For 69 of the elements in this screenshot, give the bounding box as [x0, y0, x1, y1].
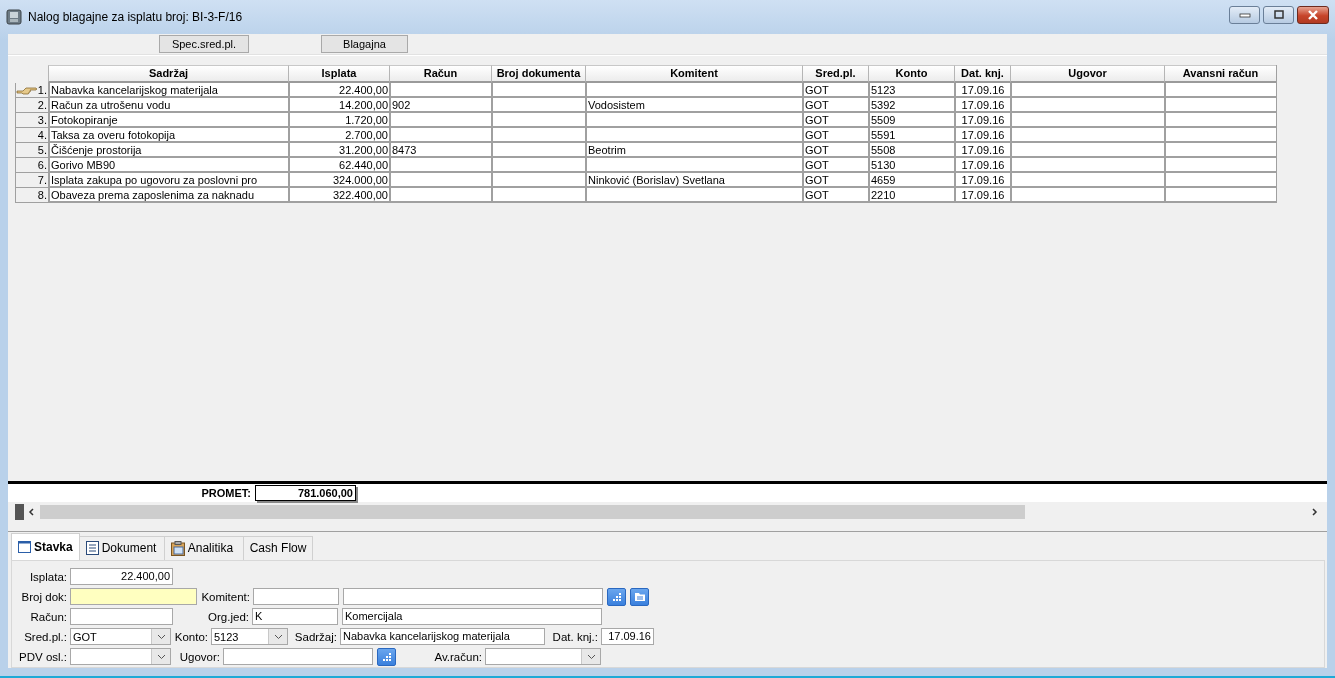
- dropdown[interactable]: GOT: [70, 628, 171, 646]
- column-header[interactable]: Ugovor: [1010, 64, 1164, 83]
- field-label: Konto:: [173, 631, 209, 643]
- column-header[interactable]: Isplata: [288, 64, 389, 83]
- dropdown[interactable]: [485, 648, 601, 666]
- field-label: Račun:: [29, 611, 68, 623]
- folder-icon: [633, 592, 646, 602]
- input-field[interactable]: Nabavka kancelarijskog materijala: [340, 628, 545, 646]
- folder-button[interactable]: [630, 588, 649, 606]
- close-icon: [1306, 10, 1320, 20]
- chevron-down-icon: [586, 654, 596, 660]
- column-header[interactable]: Broj dokumenta: [491, 64, 585, 83]
- column-header[interactable]: Račun: [389, 64, 491, 83]
- field-label: Org.jed:: [207, 611, 250, 623]
- column-header[interactable]: Avansni račun: [1164, 64, 1276, 83]
- lookup-button[interactable]: [607, 588, 626, 606]
- dropdown[interactable]: 5123: [211, 628, 288, 646]
- dots-icon: [611, 592, 622, 602]
- field-label: Broj dok:: [20, 591, 68, 603]
- field-label: Sadržaj:: [293, 631, 338, 643]
- restore-icon: [1271, 10, 1286, 20]
- maximize-button[interactable]: [1263, 6, 1294, 24]
- register-icon: [6, 9, 22, 25]
- input-field[interactable]: [70, 608, 173, 626]
- field-label: Av.račun:: [433, 651, 483, 663]
- close-button[interactable]: [1297, 6, 1329, 24]
- minimize-icon: [1237, 11, 1252, 19]
- document-icon: [85, 541, 99, 556]
- row-number: 1.: [15, 82, 48, 98]
- input-field[interactable]: [223, 648, 373, 666]
- input-field[interactable]: [253, 588, 339, 606]
- total-label: PROMET:: [200, 487, 252, 500]
- chevron-down-icon: [156, 634, 166, 640]
- minimize-button[interactable]: [1229, 6, 1260, 24]
- column-header[interactable]: Dat. knj.: [954, 64, 1010, 83]
- total-value: 781.060,00: [255, 485, 356, 502]
- scroll-grip[interactable]: [15, 504, 24, 520]
- dropdown[interactable]: [70, 648, 171, 666]
- clipboard-icon: [170, 541, 185, 556]
- pointing-hand-icon: [16, 84, 38, 95]
- chevron-down-icon: [156, 654, 166, 660]
- column-header[interactable]: Sadržaj: [48, 64, 288, 83]
- toolbar-button[interactable]: Spec.sred.pl.: [159, 34, 249, 53]
- column-header[interactable]: Konto: [868, 64, 954, 83]
- tab[interactable]: Cash Flow: [242, 536, 314, 560]
- input-field[interactable]: 22.400,00: [70, 568, 173, 586]
- chevron-down-icon: [273, 634, 283, 640]
- input-field[interactable]: [70, 588, 197, 606]
- scroll-left-icon[interactable]: [27, 507, 37, 517]
- field-label: PDV osl.:: [18, 651, 68, 663]
- input-field[interactable]: Komercijala: [342, 608, 602, 626]
- toolbar-button[interactable]: Blagajna: [321, 34, 408, 53]
- input-field[interactable]: K: [252, 608, 338, 626]
- field-label: Ugovor:: [178, 651, 221, 663]
- scroll-right-icon[interactable]: [1309, 507, 1319, 517]
- lookup-button[interactable]: [377, 648, 396, 666]
- window-title: Nalog blagajne za isplatu broj: BI-3-F/16: [28, 10, 243, 24]
- field-label: Dat. knj.:: [551, 631, 599, 643]
- dots-icon: [381, 652, 392, 662]
- field-label: Komitent:: [200, 591, 251, 603]
- field-label: Isplata:: [28, 571, 68, 583]
- field-label: Sred.pl.:: [23, 631, 68, 643]
- column-header[interactable]: Sred.pl.: [802, 64, 868, 83]
- column-header[interactable]: Komitent: [585, 64, 802, 83]
- input-field[interactable]: [343, 588, 603, 606]
- input-field[interactable]: 17.09.16: [601, 628, 654, 646]
- tab[interactable]: Stavka: [11, 533, 80, 560]
- scrollbar-thumb[interactable]: [40, 505, 1025, 519]
- window-icon: [18, 541, 31, 553]
